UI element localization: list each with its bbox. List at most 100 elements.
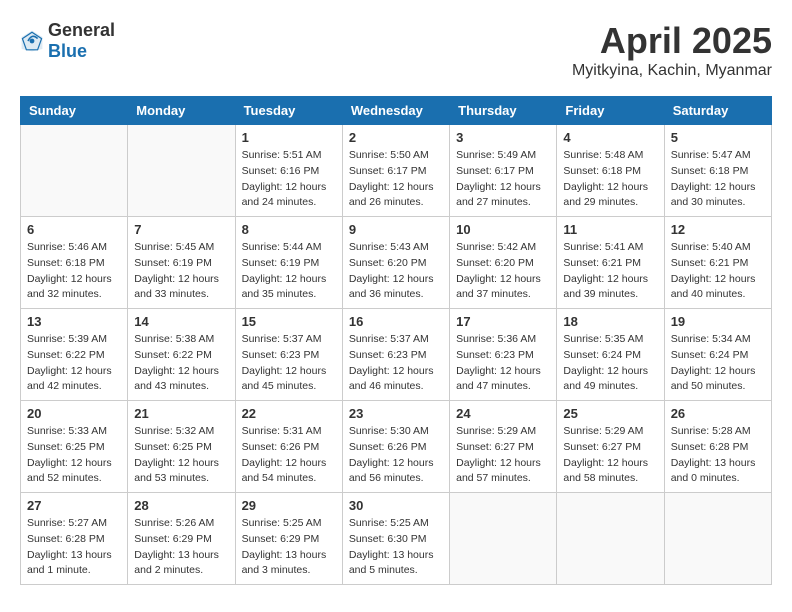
day-number: 25 xyxy=(563,406,657,421)
day-number: 4 xyxy=(563,130,657,145)
day-number: 24 xyxy=(456,406,550,421)
weekday-header-saturday: Saturday xyxy=(664,97,771,125)
location: Myitkyina, Kachin, Myanmar xyxy=(572,62,772,80)
calendar-cell xyxy=(21,125,128,217)
weekday-header-wednesday: Wednesday xyxy=(342,97,449,125)
day-info: Sunrise: 5:26 AM Sunset: 6:29 PM Dayligh… xyxy=(134,516,228,579)
logo-text-block: General Blue xyxy=(48,20,115,62)
day-info: Sunrise: 5:51 AM Sunset: 6:16 PM Dayligh… xyxy=(242,148,336,211)
day-number: 26 xyxy=(671,406,765,421)
calendar-cell xyxy=(557,493,664,585)
day-info: Sunrise: 5:33 AM Sunset: 6:25 PM Dayligh… xyxy=(27,424,121,487)
page-header: General Blue April 2025 Myitkyina, Kachi… xyxy=(20,20,772,80)
day-info: Sunrise: 5:49 AM Sunset: 6:17 PM Dayligh… xyxy=(456,148,550,211)
day-number: 21 xyxy=(134,406,228,421)
week-row-2: 6 Sunrise: 5:46 AM Sunset: 6:18 PM Daylig… xyxy=(21,217,772,309)
day-info: Sunrise: 5:43 AM Sunset: 6:20 PM Dayligh… xyxy=(349,240,443,303)
day-info: Sunrise: 5:31 AM Sunset: 6:26 PM Dayligh… xyxy=(242,424,336,487)
day-info: Sunrise: 5:29 AM Sunset: 6:27 PM Dayligh… xyxy=(456,424,550,487)
day-info: Sunrise: 5:40 AM Sunset: 6:21 PM Dayligh… xyxy=(671,240,765,303)
calendar-cell: 28 Sunrise: 5:26 AM Sunset: 6:29 PM Dayli… xyxy=(128,493,235,585)
day-info: Sunrise: 5:42 AM Sunset: 6:20 PM Dayligh… xyxy=(456,240,550,303)
day-info: Sunrise: 5:25 AM Sunset: 6:29 PM Dayligh… xyxy=(242,516,336,579)
logo-general: General xyxy=(48,20,115,40)
day-info: Sunrise: 5:41 AM Sunset: 6:21 PM Dayligh… xyxy=(563,240,657,303)
calendar-cell: 14 Sunrise: 5:38 AM Sunset: 6:22 PM Dayli… xyxy=(128,309,235,401)
weekday-header-tuesday: Tuesday xyxy=(235,97,342,125)
day-info: Sunrise: 5:47 AM Sunset: 6:18 PM Dayligh… xyxy=(671,148,765,211)
calendar-cell: 18 Sunrise: 5:35 AM Sunset: 6:24 PM Dayli… xyxy=(557,309,664,401)
calendar-cell: 7Sunrise: 5:45 AM Sunset: 6:19 PM Daylig… xyxy=(128,217,235,309)
day-number: 9 xyxy=(349,222,443,237)
day-number: 14 xyxy=(134,314,228,329)
calendar-cell: 29 Sunrise: 5:25 AM Sunset: 6:29 PM Dayli… xyxy=(235,493,342,585)
calendar-cell: 30 Sunrise: 5:25 AM Sunset: 6:30 PM Dayli… xyxy=(342,493,449,585)
calendar-cell: 1 Sunrise: 5:51 AM Sunset: 6:16 PM Daylig… xyxy=(235,125,342,217)
day-number: 2 xyxy=(349,130,443,145)
day-info: Sunrise: 5:46 AM Sunset: 6:18 PM Dayligh… xyxy=(27,240,121,303)
title-block: April 2025 Myitkyina, Kachin, Myanmar xyxy=(572,20,772,80)
weekday-header-sunday: Sunday xyxy=(21,97,128,125)
day-number: 18 xyxy=(563,314,657,329)
day-info: Sunrise: 5:25 AM Sunset: 6:30 PM Dayligh… xyxy=(349,516,443,579)
day-number: 15 xyxy=(242,314,336,329)
week-row-4: 20 Sunrise: 5:33 AM Sunset: 6:25 PM Dayli… xyxy=(21,401,772,493)
day-info: Sunrise: 5:28 AM Sunset: 6:28 PM Dayligh… xyxy=(671,424,765,487)
week-row-3: 13 Sunrise: 5:39 AM Sunset: 6:22 PM Dayli… xyxy=(21,309,772,401)
calendar-cell: 20 Sunrise: 5:33 AM Sunset: 6:25 PM Dayli… xyxy=(21,401,128,493)
calendar-cell: 8 Sunrise: 5:44 AM Sunset: 6:19 PM Daylig… xyxy=(235,217,342,309)
calendar-cell: 13 Sunrise: 5:39 AM Sunset: 6:22 PM Dayli… xyxy=(21,309,128,401)
calendar-cell: 2Sunrise: 5:50 AM Sunset: 6:17 PM Daylig… xyxy=(342,125,449,217)
day-info: Sunrise: 5:36 AM Sunset: 6:23 PM Dayligh… xyxy=(456,332,550,395)
weekday-header-thursday: Thursday xyxy=(450,97,557,125)
day-number: 1 xyxy=(242,130,336,145)
logo: General Blue xyxy=(20,20,115,62)
day-number: 5 xyxy=(671,130,765,145)
day-info: Sunrise: 5:32 AM Sunset: 6:25 PM Dayligh… xyxy=(134,424,228,487)
day-number: 11 xyxy=(563,222,657,237)
day-info: Sunrise: 5:35 AM Sunset: 6:24 PM Dayligh… xyxy=(563,332,657,395)
week-row-5: 27 Sunrise: 5:27 AM Sunset: 6:28 PM Dayli… xyxy=(21,493,772,585)
day-info: Sunrise: 5:34 AM Sunset: 6:24 PM Dayligh… xyxy=(671,332,765,395)
day-number: 8 xyxy=(242,222,336,237)
day-number: 22 xyxy=(242,406,336,421)
calendar-cell: 16Sunrise: 5:37 AM Sunset: 6:23 PM Dayli… xyxy=(342,309,449,401)
calendar-cell: 12 Sunrise: 5:40 AM Sunset: 6:21 PM Dayli… xyxy=(664,217,771,309)
calendar-cell: 17Sunrise: 5:36 AM Sunset: 6:23 PM Dayli… xyxy=(450,309,557,401)
day-info: Sunrise: 5:30 AM Sunset: 6:26 PM Dayligh… xyxy=(349,424,443,487)
calendar-cell: 27 Sunrise: 5:27 AM Sunset: 6:28 PM Dayli… xyxy=(21,493,128,585)
day-number: 10 xyxy=(456,222,550,237)
day-number: 16 xyxy=(349,314,443,329)
calendar-cell: 6 Sunrise: 5:46 AM Sunset: 6:18 PM Daylig… xyxy=(21,217,128,309)
day-number: 3 xyxy=(456,130,550,145)
day-info: Sunrise: 5:27 AM Sunset: 6:28 PM Dayligh… xyxy=(27,516,121,579)
day-number: 13 xyxy=(27,314,121,329)
day-number: 29 xyxy=(242,498,336,513)
calendar-cell: 10 Sunrise: 5:42 AM Sunset: 6:20 PM Dayli… xyxy=(450,217,557,309)
day-info: Sunrise: 5:38 AM Sunset: 6:22 PM Dayligh… xyxy=(134,332,228,395)
day-number: 27 xyxy=(27,498,121,513)
weekday-header-friday: Friday xyxy=(557,97,664,125)
day-info: Sunrise: 5:45 AM Sunset: 6:19 PM Dayligh… xyxy=(134,240,228,303)
calendar-cell: 9 Sunrise: 5:43 AM Sunset: 6:20 PM Daylig… xyxy=(342,217,449,309)
day-number: 20 xyxy=(27,406,121,421)
day-info: Sunrise: 5:44 AM Sunset: 6:19 PM Dayligh… xyxy=(242,240,336,303)
day-info: Sunrise: 5:37 AM Sunset: 6:23 PM Dayligh… xyxy=(242,332,336,395)
calendar-cell: 15 Sunrise: 5:37 AM Sunset: 6:23 PM Dayli… xyxy=(235,309,342,401)
calendar-cell: 22 Sunrise: 5:31 AM Sunset: 6:26 PM Dayli… xyxy=(235,401,342,493)
logo-icon xyxy=(20,29,44,53)
logo-blue: Blue xyxy=(48,41,87,61)
weekday-header-monday: Monday xyxy=(128,97,235,125)
calendar-table: SundayMondayTuesdayWednesdayThursdayFrid… xyxy=(20,96,772,585)
calendar-cell: 23Sunrise: 5:30 AM Sunset: 6:26 PM Dayli… xyxy=(342,401,449,493)
day-info: Sunrise: 5:39 AM Sunset: 6:22 PM Dayligh… xyxy=(27,332,121,395)
day-number: 6 xyxy=(27,222,121,237)
calendar-cell: 3 Sunrise: 5:49 AM Sunset: 6:17 PM Daylig… xyxy=(450,125,557,217)
day-number: 30 xyxy=(349,498,443,513)
day-number: 28 xyxy=(134,498,228,513)
calendar-cell: 19 Sunrise: 5:34 AM Sunset: 6:24 PM Dayli… xyxy=(664,309,771,401)
day-number: 19 xyxy=(671,314,765,329)
day-info: Sunrise: 5:29 AM Sunset: 6:27 PM Dayligh… xyxy=(563,424,657,487)
day-number: 12 xyxy=(671,222,765,237)
calendar-cell: 21 Sunrise: 5:32 AM Sunset: 6:25 PM Dayli… xyxy=(128,401,235,493)
